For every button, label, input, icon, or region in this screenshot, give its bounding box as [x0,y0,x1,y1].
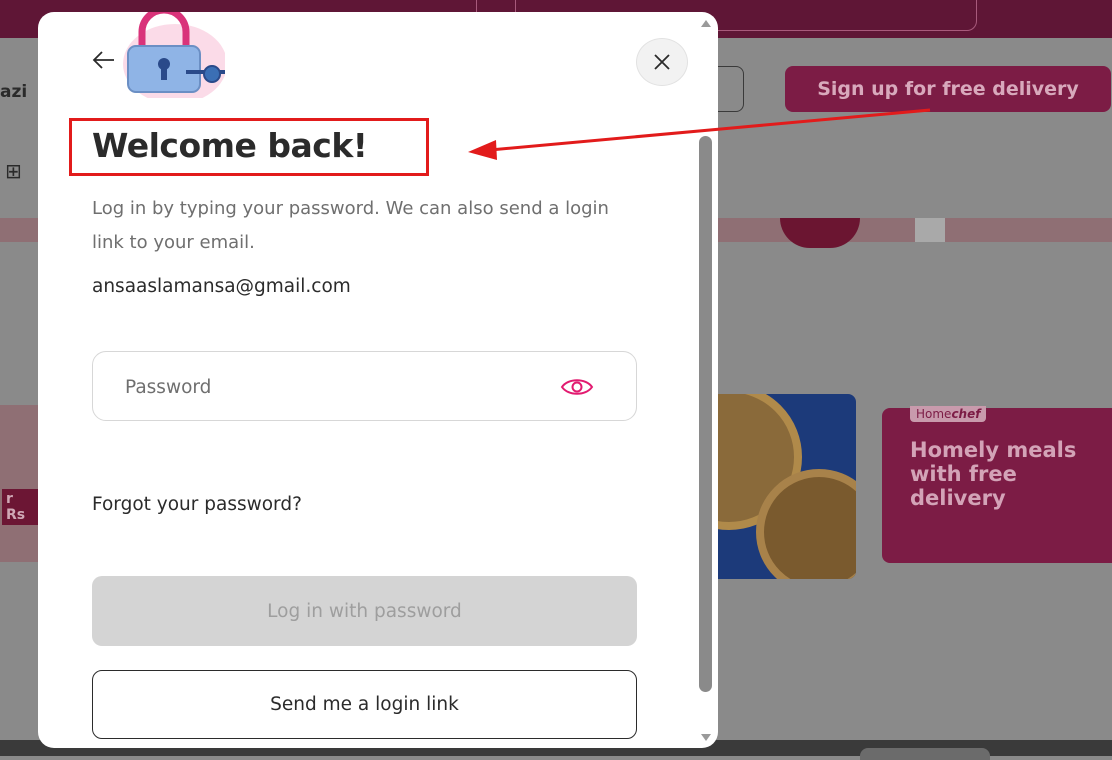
close-button[interactable] [636,38,688,86]
modal-scrollbar[interactable] [694,12,718,748]
banner-shape [915,218,945,242]
scroll-thumb[interactable] [699,136,712,692]
eye-icon [560,379,594,395]
homechef-promo-text: Homely meals with free delivery [910,438,1077,510]
arrow-left-icon [92,51,114,69]
login-modal: Welcome back! Log in by typing your pass… [38,12,718,748]
scroll-down-arrow-icon[interactable] [701,734,711,741]
user-email: ansaaslamansa@gmail.com [92,276,351,297]
scroll-up-arrow-icon[interactable] [701,20,711,27]
back-button[interactable] [90,46,118,74]
homechef-promo-card[interactable]: Homechef Homely meals with free delivery [882,406,1112,563]
forgot-password-link[interactable]: Forgot your password? [92,494,302,515]
show-password-toggle[interactable] [559,374,595,400]
page-title: Welcome back! [92,126,368,165]
login-with-password-button[interactable]: Log in with password [92,576,637,646]
signup-button[interactable]: Sign up for free delivery [785,66,1111,112]
promo-card-label: r Rs [2,489,38,525]
grid-icon[interactable]: ⊞ [5,160,27,182]
password-input[interactable] [123,352,547,422]
homechef-logo: Homechef [910,406,987,422]
location-label[interactable]: azi [0,82,27,102]
banner-shape [780,218,860,248]
bottom-tab[interactable] [860,748,990,760]
promo-card-left[interactable]: r Rs [0,405,38,562]
subtitle-text: Log in by typing your password. We can a… [92,198,609,253]
send-login-link-button[interactable]: Send me a login link [92,670,637,739]
pizza-promo-card[interactable] [716,394,856,579]
password-field[interactable] [92,351,637,422]
close-icon [654,54,670,70]
